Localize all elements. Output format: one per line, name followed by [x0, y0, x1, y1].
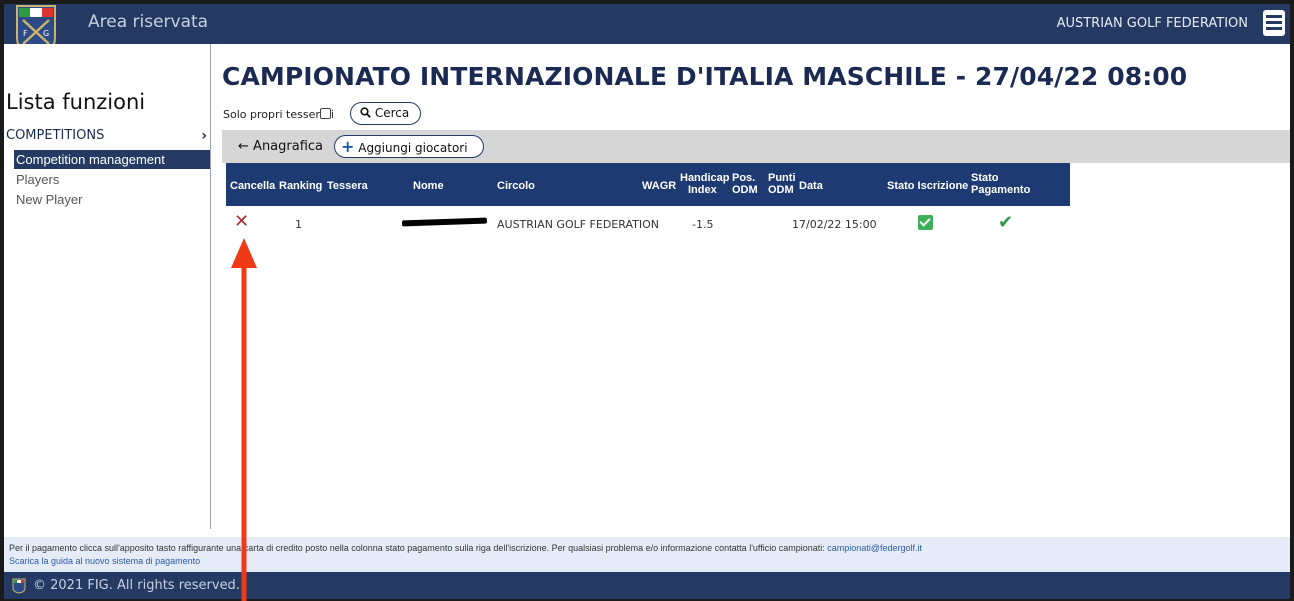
col-stato-iscrizione[interactable]: Stato Iscrizione — [887, 180, 968, 192]
col-ranking[interactable]: Ranking — [279, 180, 322, 192]
col-stato-pagamento[interactable]: Stato Pagamento — [971, 172, 1030, 196]
table-row: ✕ 1 AUSTRIAN GOLF FEDERATION -1.5 17/02/… — [226, 209, 1070, 237]
col-pos-line2: ODM — [732, 184, 758, 196]
back-button-label: Anagrafica — [253, 139, 324, 154]
email-link[interactable]: campionati@federgolf.it — [827, 543, 922, 553]
sidebar-item-new-player[interactable]: New Player — [14, 190, 210, 209]
checkmark-icon[interactable]: ✔ — [998, 212, 1013, 233]
arrow-left-icon: ← — [238, 139, 249, 154]
sidebar-title: Lista funzioni — [6, 90, 146, 114]
copyright-text: © 2021 FIG. All rights reserved. — [33, 578, 240, 593]
app-window: F G I Area riservata AUSTRIAN GOLF FEDER… — [4, 4, 1290, 599]
fig-logo-small-icon — [12, 578, 26, 594]
col-nome[interactable]: Nome — [413, 180, 444, 192]
sidebar: Lista funzioni COMPETITIONS › Competitio… — [4, 44, 211, 529]
page-title: CAMPIONATO INTERNAZIONALE D'ITALIA MASCH… — [222, 62, 1188, 91]
payment-guide-link[interactable]: Scarica la guida al nuovo sistema di pag… — [9, 556, 200, 566]
search-button-label: Cerca — [374, 106, 410, 120]
col-pos-odm[interactable]: Pos. ODM — [732, 172, 758, 196]
col-punti-line2: ODM — [768, 184, 794, 196]
col-wagr[interactable]: WAGR — [642, 180, 676, 192]
col-stato-pag-line1: Stato — [971, 172, 999, 184]
sidebar-item-players[interactable]: Players — [14, 170, 210, 189]
redacted-name-mark — [401, 217, 488, 227]
col-handicap[interactable]: Handicap Index — [680, 172, 730, 196]
col-punti-odm[interactable]: Punti ODM — [768, 172, 796, 196]
col-tessera[interactable]: Tessera — [327, 180, 368, 192]
sidebar-section-label: COMPETITIONS — [6, 128, 105, 143]
hamburger-menu-icon[interactable] — [1263, 10, 1285, 36]
table-header: Cancella Ranking Tessera Nome Circolo WA… — [226, 163, 1070, 206]
svg-text:G: G — [43, 29, 49, 38]
checkbox-checked-icon — [918, 215, 933, 230]
col-handicap-line1: Handicap — [680, 172, 730, 184]
top-bar: F G I Area riservata AUSTRIAN GOLF FEDER… — [4, 4, 1290, 60]
col-circolo[interactable]: Circolo — [497, 180, 535, 192]
filter-label: Solo propri tesserati — [223, 108, 334, 121]
col-handicap-line2: Index — [688, 184, 717, 196]
col-pos-line1: Pos. — [732, 172, 756, 184]
col-cancella[interactable]: Cancella — [230, 180, 275, 192]
cell-circolo: AUSTRIAN GOLF FEDERATION — [497, 218, 659, 231]
cell-data: 17/02/22 15:00 — [792, 218, 877, 231]
col-stato-pag-line2: Pagamento — [971, 184, 1031, 196]
cell-ranking: 1 — [295, 218, 302, 231]
add-players-button[interactable]: + Aggiungi giocatori — [334, 135, 484, 158]
organization-name[interactable]: AUSTRIAN GOLF FEDERATION — [1057, 16, 1248, 31]
footer-info: Per il pagamento clicca sull'apposito ta… — [4, 537, 1290, 572]
plus-icon: + — [341, 137, 355, 156]
cell-handicap: -1.5 — [692, 218, 714, 231]
chevron-right-icon: › — [201, 128, 207, 144]
footer-info-text: Per il pagamento clicca sull'apposito ta… — [9, 543, 828, 553]
app-title: Area riservata — [88, 12, 209, 32]
cancel-x-icon[interactable]: ✕ — [234, 211, 249, 232]
toolbar: ← Anagrafica + Aggiungi giocatori — [222, 130, 1290, 163]
own-members-checkbox[interactable] — [320, 108, 331, 119]
sidebar-item-competition-management[interactable]: Competition management — [14, 150, 210, 169]
svg-text:F: F — [23, 29, 28, 38]
add-players-label: Aggiungi giocatori — [358, 141, 468, 155]
footer-bar: © 2021 FIG. All rights reserved. — [4, 572, 1290, 599]
col-punti-line1: Punti — [768, 172, 796, 184]
sidebar-section-competitions[interactable]: COMPETITIONS › — [6, 128, 209, 144]
search-button[interactable]: Cerca — [350, 102, 421, 125]
back-button[interactable]: ← Anagrafica — [238, 139, 323, 154]
col-data[interactable]: Data — [799, 180, 823, 192]
search-icon — [360, 107, 371, 118]
